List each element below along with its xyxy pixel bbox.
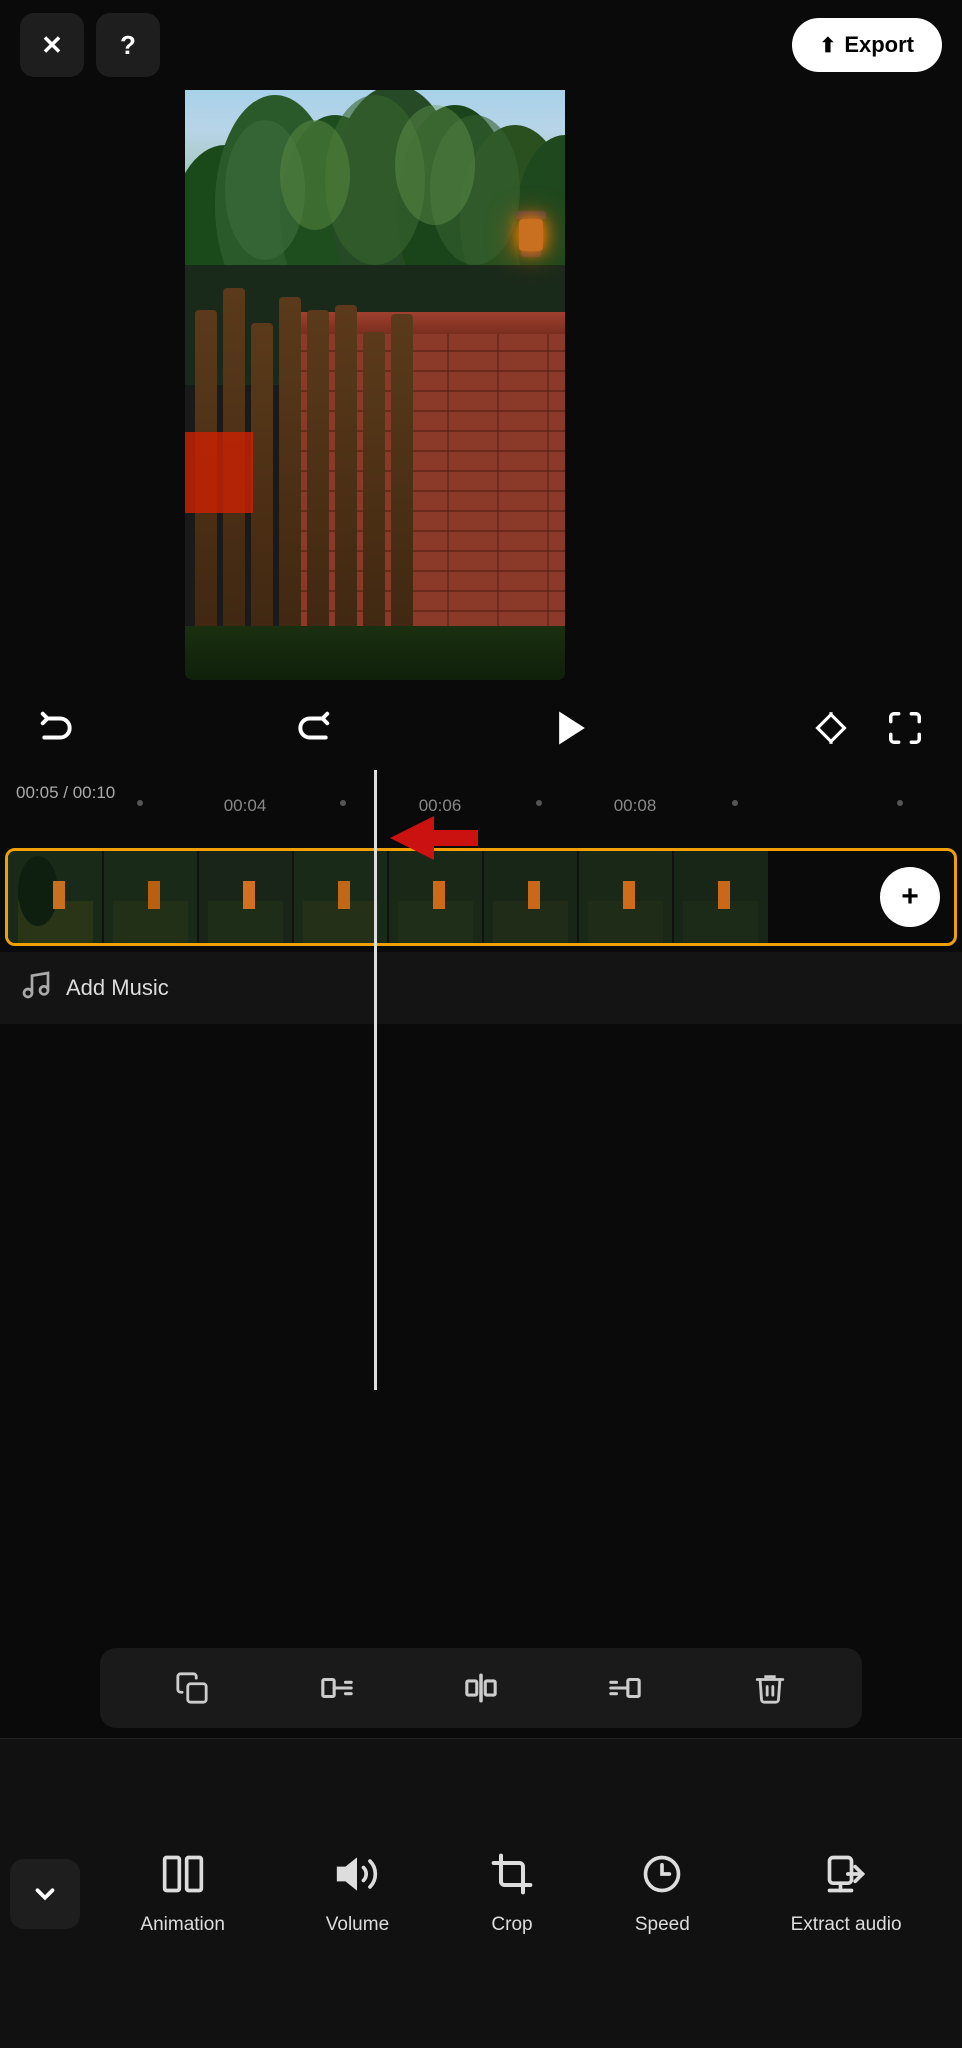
bottom-nav-inner: Animation Volume bbox=[0, 1739, 962, 2048]
copy-icon bbox=[175, 1671, 209, 1705]
copy-button[interactable] bbox=[162, 1658, 222, 1718]
add-keyframe-button[interactable] bbox=[804, 701, 858, 755]
lantern bbox=[516, 211, 546, 256]
split-icon bbox=[464, 1671, 498, 1705]
play-button[interactable] bbox=[542, 698, 602, 758]
nav-item-volume[interactable]: Volume bbox=[310, 1842, 405, 1946]
add-keyframe-icon bbox=[812, 709, 850, 747]
speed-svg-icon bbox=[640, 1852, 684, 1896]
playback-controls bbox=[0, 688, 962, 768]
strip-thumbnails bbox=[8, 851, 954, 943]
undo-icon bbox=[38, 709, 76, 747]
fence-post bbox=[391, 314, 413, 680]
fit-icon bbox=[886, 709, 924, 747]
playhead bbox=[374, 770, 377, 1390]
fit-button[interactable] bbox=[878, 701, 932, 755]
animation-icon bbox=[161, 1852, 205, 1906]
export-icon: ⬆ bbox=[820, 33, 837, 58]
redo-icon bbox=[294, 709, 332, 747]
ruler-tick-0008: 00:08 bbox=[614, 796, 657, 816]
top-bar: ✕ ? ⬆ Export bbox=[0, 0, 962, 90]
nav-item-crop[interactable]: Crop bbox=[474, 1842, 550, 1946]
export-label: Export bbox=[844, 32, 914, 58]
fence-post bbox=[335, 305, 357, 680]
ruler-inner: 00:05 / 00:10 00:04 00:06 00:08 bbox=[0, 770, 962, 816]
ruler-dot bbox=[137, 800, 143, 806]
scene bbox=[185, 10, 565, 680]
top-left-buttons: ✕ ? bbox=[20, 13, 160, 77]
trim-end-button[interactable] bbox=[595, 1658, 655, 1718]
fence-post bbox=[307, 310, 329, 680]
bottom-nav: Animation Volume bbox=[0, 1738, 962, 2048]
lantern-top bbox=[516, 211, 546, 219]
extract-audio-svg-icon bbox=[824, 1852, 868, 1896]
collapse-button[interactable] bbox=[10, 1859, 80, 1929]
ruler-tick-0004: 00:04 bbox=[224, 796, 267, 816]
timeline-strip[interactable]: 10.0s + bbox=[5, 848, 957, 946]
extract-audio-icon bbox=[824, 1852, 868, 1906]
trim-start-button[interactable] bbox=[307, 1658, 367, 1718]
close-button[interactable]: ✕ bbox=[20, 13, 84, 77]
ground bbox=[185, 626, 565, 680]
nav-item-extract-audio[interactable]: Extract audio bbox=[775, 1842, 918, 1946]
arrow-svg bbox=[390, 812, 480, 864]
split-button[interactable] bbox=[451, 1658, 511, 1718]
timeline-arrow bbox=[390, 812, 480, 869]
video-preview bbox=[185, 10, 565, 680]
delete-button[interactable] bbox=[740, 1658, 800, 1718]
nav-items: Animation Volume bbox=[90, 1842, 952, 1946]
add-music-label: Add Music bbox=[66, 975, 169, 1001]
extract-audio-label: Extract audio bbox=[791, 1914, 902, 1936]
crop-label: Crop bbox=[491, 1914, 532, 1936]
trim-start-icon bbox=[320, 1671, 354, 1705]
nav-item-speed[interactable]: Speed bbox=[619, 1842, 706, 1946]
crop-svg-icon bbox=[490, 1852, 534, 1896]
animation-label: Animation bbox=[140, 1914, 225, 1936]
lantern-bottom bbox=[521, 251, 541, 257]
trim-end-icon bbox=[608, 1671, 642, 1705]
undo-button[interactable] bbox=[30, 701, 84, 755]
edit-toolbar bbox=[100, 1648, 862, 1728]
lantern-body bbox=[519, 219, 543, 251]
red-cloth bbox=[185, 432, 253, 512]
nav-item-animation[interactable]: Animation bbox=[124, 1842, 241, 1946]
fence-post bbox=[279, 297, 301, 680]
export-button[interactable]: ⬆ Export bbox=[792, 18, 942, 72]
ruler-dot bbox=[536, 800, 542, 806]
add-music[interactable]: Add Music bbox=[0, 952, 962, 1024]
volume-svg-icon bbox=[335, 1852, 379, 1896]
right-controls bbox=[804, 701, 932, 755]
current-time-display: 00:05 / 00:10 bbox=[16, 783, 115, 803]
help-button[interactable]: ? bbox=[96, 13, 160, 77]
dark-area bbox=[0, 1024, 962, 1728]
delete-icon bbox=[753, 1671, 787, 1705]
ruler-dot bbox=[732, 800, 738, 806]
redo-button[interactable] bbox=[286, 701, 340, 755]
timeline-ruler: 00:05 / 00:10 00:04 00:06 00:08 bbox=[0, 770, 962, 816]
volume-label: Volume bbox=[326, 1914, 389, 1936]
volume-icon bbox=[335, 1852, 379, 1906]
music-note-icon bbox=[20, 969, 52, 1001]
music-icon bbox=[20, 969, 52, 1008]
play-icon bbox=[550, 706, 594, 750]
speed-label: Speed bbox=[635, 1914, 690, 1936]
crop-icon bbox=[490, 1852, 534, 1906]
ruler-dot bbox=[897, 800, 903, 806]
speed-icon bbox=[640, 1852, 684, 1906]
chevron-down-icon bbox=[30, 1879, 60, 1909]
add-clip-button[interactable]: + bbox=[880, 867, 940, 927]
ruler-dot bbox=[340, 800, 346, 806]
animation-svg-icon bbox=[161, 1852, 205, 1896]
